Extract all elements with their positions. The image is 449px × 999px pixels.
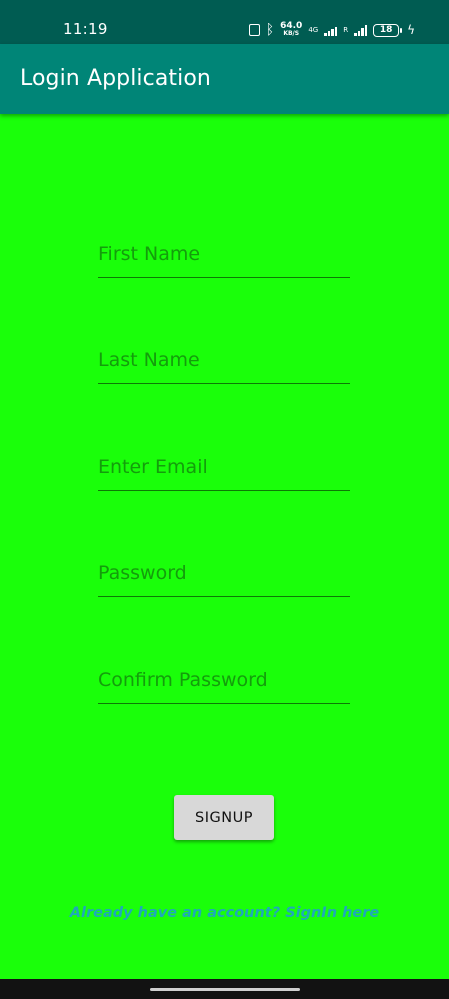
signin-link[interactable]: Already have an account? SignIn here xyxy=(0,905,449,921)
network-speed: 64.0 KB/S xyxy=(280,22,302,38)
charging-icon: ϟ xyxy=(407,23,415,37)
signup-screen: 11:19 ᛒ 64.0 KB/S 4G R 18 ϟ Login Applic… xyxy=(0,0,449,999)
app-bar: Login Application xyxy=(0,44,449,114)
password-input[interactable] xyxy=(98,557,350,597)
network-type: 4G xyxy=(308,26,319,34)
bluetooth-icon: ᛒ xyxy=(265,22,275,38)
signal-icon xyxy=(324,24,338,36)
network-speed-unit: KB/S xyxy=(283,30,300,37)
last-name-input[interactable] xyxy=(98,344,350,384)
roaming-indicator: R xyxy=(343,26,349,34)
status-bar: 11:19 ᛒ 64.0 KB/S 4G R 18 ϟ xyxy=(0,0,449,44)
battery-icon: 18 xyxy=(373,23,403,37)
signal-icon-2 xyxy=(354,24,368,36)
vibrate-icon xyxy=(248,24,260,36)
status-time: 11:19 xyxy=(63,20,108,38)
navigation-bar xyxy=(0,979,449,999)
network-speed-value: 64.0 xyxy=(280,21,303,31)
first-name-input[interactable] xyxy=(98,238,350,278)
app-title: Login Application xyxy=(20,66,211,91)
confirm-password-input[interactable] xyxy=(98,664,350,704)
signup-button[interactable]: SIGNUP xyxy=(174,795,274,840)
home-gesture-handle[interactable] xyxy=(150,988,300,991)
email-input[interactable] xyxy=(98,451,350,491)
status-icons: ᛒ 64.0 KB/S 4G R 18 ϟ xyxy=(248,20,415,40)
